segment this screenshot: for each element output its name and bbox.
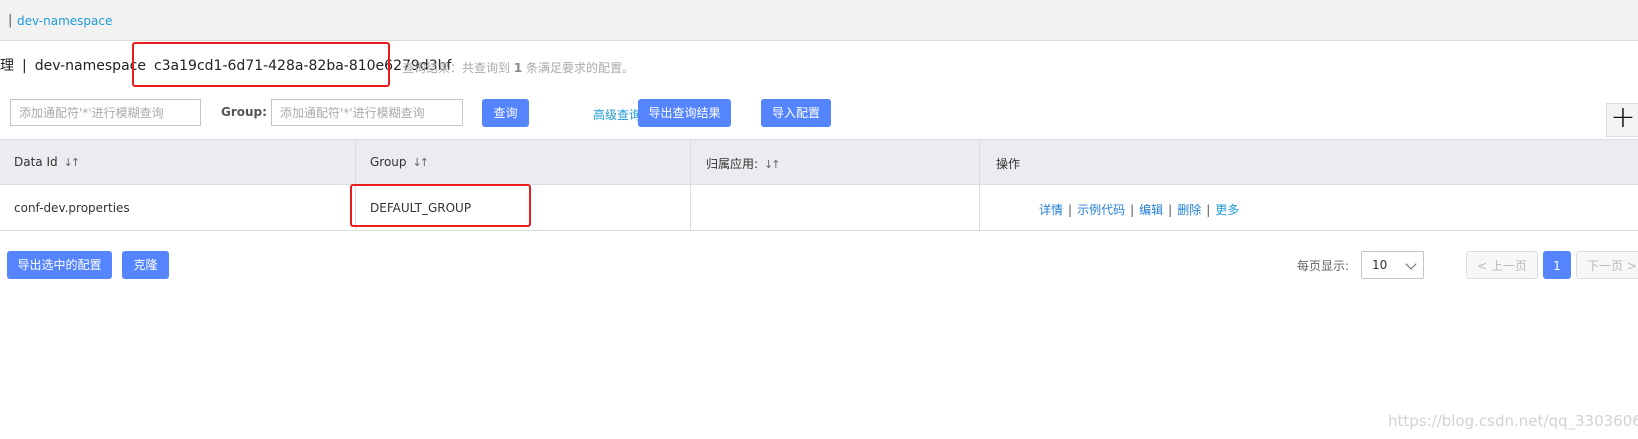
column-header-group[interactable]: Group ↓↑ <box>370 155 430 169</box>
query-result-after: 条满足要求的配置。 <box>522 61 635 75</box>
per-page-label: 每页显示: <box>1297 259 1350 273</box>
column-header-dataid[interactable]: Data Id ↓↑ <box>14 155 81 169</box>
sort-icon[interactable]: ↓↑ <box>64 156 81 169</box>
plus-icon: + <box>1610 100 1636 135</box>
action-details-link[interactable]: 详情 <box>1039 203 1063 217</box>
page-1-button[interactable]: 1 <box>1543 251 1571 279</box>
table-header <box>0 139 1638 185</box>
per-page-value: 10 <box>1372 258 1388 272</box>
prev-page-button[interactable]: < 上一页 <box>1466 251 1538 279</box>
action-delete-link[interactable]: 删除 <box>1177 203 1201 217</box>
watermark: https://blog.csdn.net/qq_33036061 <box>1388 412 1638 430</box>
query-button[interactable]: 查询 <box>482 99 529 127</box>
title-namespace: dev-namespace <box>34 58 146 74</box>
chevron-down-icon <box>1405 258 1417 270</box>
per-page-select[interactable]: 10 <box>1361 251 1424 279</box>
column-header-actions: 操作 <box>996 157 1021 171</box>
namespace-id-highlight <box>132 42 390 87</box>
group-highlight <box>350 184 531 227</box>
query-result-text: 查询结果：共查询到 1 条满足要求的配置。 <box>402 59 634 76</box>
column-divider <box>979 139 980 231</box>
sort-icon[interactable]: ↓↑ <box>764 158 781 171</box>
advanced-query-link[interactable]: 高级查询 <box>593 106 641 123</box>
title-separator: | <box>22 58 27 74</box>
title-prefix: 理 <box>0 58 14 74</box>
column-divider <box>690 139 691 231</box>
next-page-button[interactable]: 下一页 > <box>1576 251 1638 279</box>
column-header-dataid-label: Data Id <box>14 155 58 169</box>
clone-button[interactable]: 克隆 <box>122 251 169 279</box>
import-config-button[interactable]: 导入配置 <box>761 99 831 127</box>
column-header-group-label: Group <box>370 155 407 169</box>
column-header-app[interactable]: 归属应用: ↓↑ <box>706 155 781 172</box>
export-selected-button[interactable]: 导出选中的配置 <box>7 251 112 279</box>
sort-icon[interactable]: ↓↑ <box>413 156 430 169</box>
table-row <box>0 185 1638 231</box>
export-results-button[interactable]: 导出查询结果 <box>638 99 731 127</box>
action-more-link[interactable]: 更多 <box>1215 203 1239 217</box>
dataid-search-input[interactable] <box>10 99 201 126</box>
group-label: Group: <box>221 105 267 119</box>
row-actions: 详情 | 示例代码 | 编辑 | 删除 | 更多 <box>1039 203 1240 217</box>
group-search-input[interactable] <box>271 99 463 126</box>
action-edit-link[interactable]: 编辑 <box>1139 203 1163 217</box>
namespace-bar <box>0 0 1638 41</box>
column-header-app-label: 归属应用: <box>706 157 759 171</box>
action-sample-code-link[interactable]: 示例代码 <box>1077 203 1125 217</box>
query-result-count: 1 <box>513 61 523 75</box>
namespace-separator: | <box>8 13 13 28</box>
add-config-button[interactable]: + <box>1606 103 1638 137</box>
namespace-link[interactable]: dev-namespace <box>17 14 112 28</box>
cell-dataid: conf-dev.properties <box>14 201 130 215</box>
query-result-before: 查询结果：共查询到 <box>402 61 514 75</box>
